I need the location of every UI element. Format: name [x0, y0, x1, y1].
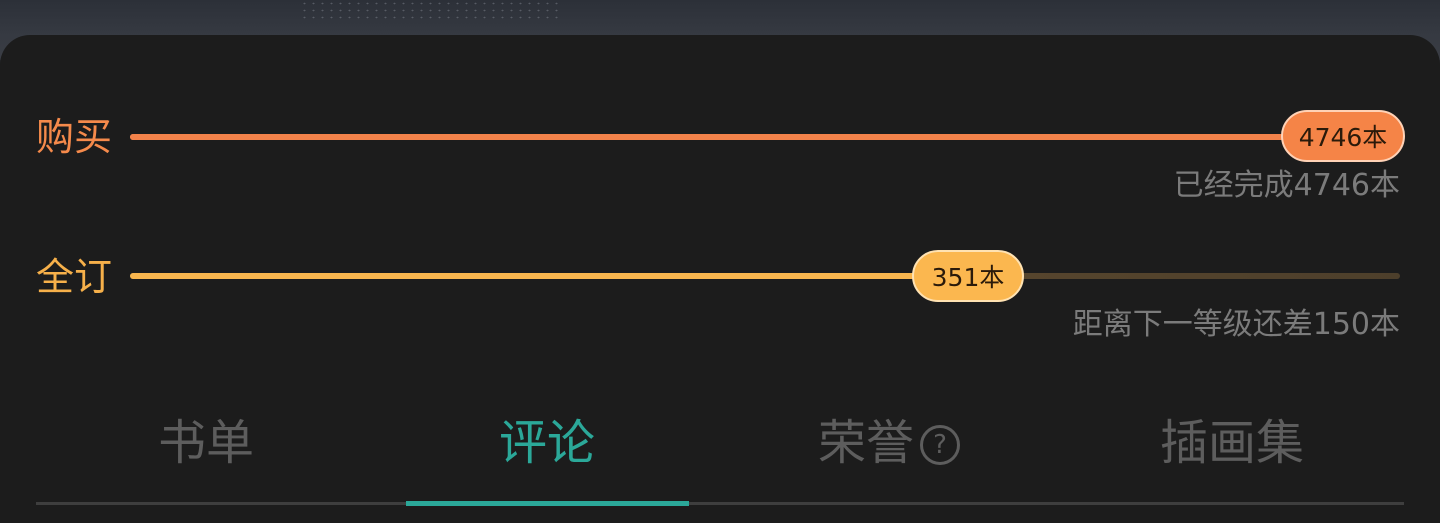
- profile-tab-bar: 书单 评论 荣誉? 插画集: [36, 408, 1404, 478]
- full-subscription-label: 全订: [36, 255, 113, 299]
- purchase-status-note: 已经完成4746本: [1173, 168, 1400, 203]
- tab-illustrations-label: 插画集: [1159, 415, 1304, 471]
- purchase-label: 购买: [36, 115, 113, 159]
- background-texture: [300, 0, 560, 22]
- full-subscription-count-badge: 351本: [912, 250, 1024, 302]
- tab-comments-label: 评论: [498, 415, 595, 471]
- full-subscription-status-note: 距离下一等级还差150本: [1072, 307, 1400, 342]
- full-subscription-progress-track: [130, 273, 1400, 279]
- purchase-progress-fill: [130, 134, 1400, 140]
- purchase-progress-track: [130, 134, 1400, 140]
- tab-honors-label: 荣誉: [817, 415, 914, 471]
- tab-comments[interactable]: 评论: [376, 408, 718, 478]
- tab-honors[interactable]: 荣誉?: [718, 408, 1060, 478]
- tab-book-list[interactable]: 书单: [36, 408, 376, 478]
- active-tab-indicator: [406, 501, 689, 506]
- tab-illustrations[interactable]: 插画集: [1060, 408, 1404, 478]
- question-circle-icon[interactable]: ?: [920, 425, 960, 465]
- full-subscription-progress-fill: [130, 273, 1019, 279]
- tab-book-list-label: 书单: [157, 415, 254, 471]
- tab-bar-divider: [36, 502, 1404, 505]
- purchase-count-badge: 4746本: [1281, 110, 1405, 162]
